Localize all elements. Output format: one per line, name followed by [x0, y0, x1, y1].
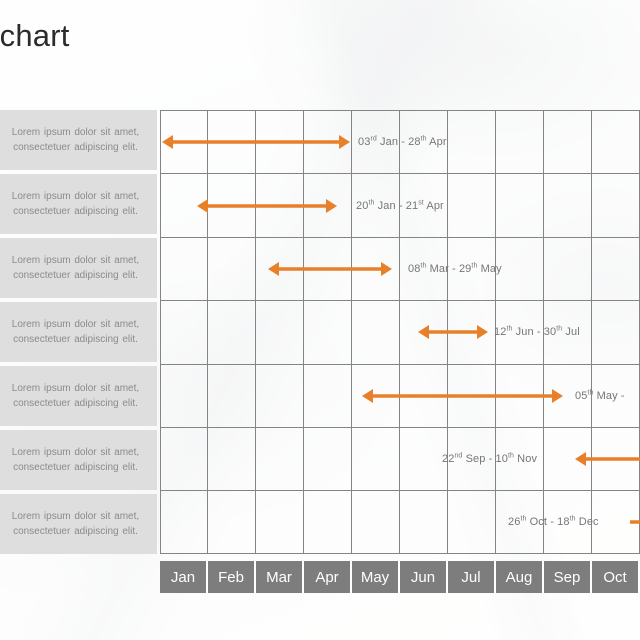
- gantt-grid-cell: [160, 301, 208, 364]
- gantt-grid-cell: [592, 111, 640, 174]
- month-cell-oct: Oct: [592, 561, 640, 593]
- gantt-grid-cell: [256, 111, 304, 174]
- gantt-grid-cell: [304, 364, 352, 428]
- gantt-grid-cell: [304, 237, 352, 301]
- gantt-grid-cell: [304, 301, 352, 364]
- gantt-grid-cell: [304, 428, 352, 491]
- gantt-grid-cell: [448, 174, 496, 237]
- gantt-grid-cell: [544, 428, 592, 491]
- task-label-block: Lorem ipsum dolor sit amet, consectetuer…: [0, 174, 157, 234]
- gantt-grid-cell: [160, 428, 208, 491]
- gantt-grid-cell: [256, 174, 304, 237]
- task-label-text: Lorem ipsum dolor sit amet, consectetuer…: [11, 511, 140, 537]
- gantt-grid-cell: [256, 428, 304, 491]
- month-cell-apr: Apr: [304, 561, 352, 593]
- month-cell-feb: Feb: [208, 561, 256, 593]
- gantt-date-label: 22nd Sep - 10th Nov: [442, 452, 538, 466]
- month-cell-sep: Sep: [544, 561, 592, 593]
- month-axis: JanFebMarAprMayJunJulAugSepOctNov: [160, 561, 640, 593]
- gantt-row: 26th Oct - 18th Dec: [160, 490, 640, 554]
- gantt-grid-cell: [448, 364, 496, 428]
- gantt-grid-cell: [448, 491, 496, 553]
- month-cell-jul: Jul: [448, 561, 496, 593]
- gantt-grid-cell: [256, 301, 304, 364]
- task-label-block: Lorem ipsum dolor sit amet, consectetuer…: [0, 238, 157, 298]
- gantt-grid-cell: [208, 301, 256, 364]
- gantt-date-label: 08th Mar - 29th May: [408, 262, 502, 276]
- page-title: t chart: [0, 18, 70, 53]
- gantt-grid-cell: [208, 174, 256, 237]
- gantt-row: 20th Jan - 21st Apr: [160, 173, 640, 237]
- task-label-block: Lorem ipsum dolor sit amet, consectetuer…: [0, 110, 157, 170]
- gantt-grid-cell: [352, 364, 400, 428]
- gantt-grid: 03rd Jan - 28th Apr 20th Jan - 21st Apr 08…: [160, 110, 640, 554]
- gantt-grid-cell: [352, 428, 400, 491]
- gantt-grid-cell: [208, 364, 256, 428]
- gantt-grid-cell: [208, 237, 256, 301]
- gantt-grid-cell: [304, 111, 352, 174]
- gantt-grid-cell: [400, 491, 448, 553]
- gantt-grid-cell: [208, 491, 256, 553]
- gantt-grid-cell: [352, 301, 400, 364]
- gantt-date-label: 26th Oct - 18th Dec: [508, 515, 599, 529]
- month-cell-aug: Aug: [496, 561, 544, 593]
- gantt-grid-cell: [400, 301, 448, 364]
- gantt-chart-slide: t chart Lorem ipsum dolor sit amet, cons…: [0, 0, 640, 640]
- task-label-block: Lorem ipsum dolor sit amet, consectetuer…: [0, 366, 157, 426]
- gantt-grid-cell: [544, 111, 592, 174]
- month-cell-jan: Jan: [160, 561, 208, 593]
- task-label-text: Lorem ipsum dolor sit amet, consectetuer…: [11, 191, 140, 217]
- task-label-text: Lorem ipsum dolor sit amet, consectetuer…: [11, 319, 140, 345]
- gantt-date-label: 20th Jan - 21st Apr: [356, 198, 444, 212]
- gantt-row: 22nd Sep - 10th Nov: [160, 427, 640, 491]
- task-label-block: Lorem ipsum dolor sit amet, consectetuer…: [0, 302, 157, 362]
- task-label-block: Lorem ipsum dolor sit amet, consectetuer…: [0, 430, 157, 490]
- gantt-grid-cell: [592, 428, 640, 491]
- gantt-row: 03rd Jan - 28th Apr: [160, 110, 640, 174]
- gantt-row: 05th May -: [160, 363, 640, 428]
- gantt-grid-cell: [592, 237, 640, 301]
- task-label-text: Lorem ipsum dolor sit amet, consectetuer…: [11, 255, 140, 281]
- gantt-grid-cell: [448, 301, 496, 364]
- gantt-grid-cell: [160, 491, 208, 553]
- task-label-text: Lorem ipsum dolor sit amet, consectetuer…: [11, 447, 140, 473]
- gantt-grid-cell: [256, 364, 304, 428]
- task-label-text: Lorem ipsum dolor sit amet, consectetuer…: [11, 127, 140, 153]
- gantt-grid-cell: [544, 237, 592, 301]
- gantt-grid-cell: [496, 364, 544, 428]
- gantt-grid-cell: [352, 491, 400, 553]
- task-label-column: Lorem ipsum dolor sit amet, consectetuer…: [0, 110, 157, 558]
- gantt-grid-cell: [496, 111, 544, 174]
- gantt-grid-cell: [160, 111, 208, 174]
- gantt-grid-cell: [400, 364, 448, 428]
- gantt-date-label: 12th Jun - 30th Jul: [494, 325, 580, 339]
- gantt-grid-cell: [496, 237, 544, 301]
- gantt-grid-cell: [592, 174, 640, 237]
- gantt-grid-cell: [304, 174, 352, 237]
- gantt-grid-cell: [304, 491, 352, 553]
- task-label-block: Lorem ipsum dolor sit amet, consectetuer…: [0, 494, 157, 554]
- gantt-date-label: 03rd Jan - 28th Apr: [358, 135, 447, 149]
- gantt-date-label: 05th May -: [575, 389, 625, 402]
- gantt-grid-cell: [400, 428, 448, 491]
- gantt-grid-cell: [592, 491, 640, 553]
- gantt-grid-cell: [208, 428, 256, 491]
- task-label-text: Lorem ipsum dolor sit amet, consectetuer…: [11, 383, 140, 409]
- gantt-grid-cell: [160, 237, 208, 301]
- gantt-grid-cell: [256, 491, 304, 553]
- gantt-grid-cell: [448, 111, 496, 174]
- gantt-grid-cell: [160, 364, 208, 428]
- gantt-row: 08th Mar - 29th May: [160, 236, 640, 301]
- gantt-grid-cell: [256, 237, 304, 301]
- gantt-row: 12th Jun - 30th Jul: [160, 300, 640, 364]
- month-cell-may: May: [352, 561, 400, 593]
- gantt-grid-cell: [592, 301, 640, 364]
- gantt-grid-cell: [496, 174, 544, 237]
- month-cell-jun: Jun: [400, 561, 448, 593]
- gantt-grid-cell: [544, 174, 592, 237]
- gantt-grid-cell: [160, 174, 208, 237]
- month-cell-mar: Mar: [256, 561, 304, 593]
- gantt-grid-cell: [208, 111, 256, 174]
- gantt-grid-cell: [352, 237, 400, 301]
